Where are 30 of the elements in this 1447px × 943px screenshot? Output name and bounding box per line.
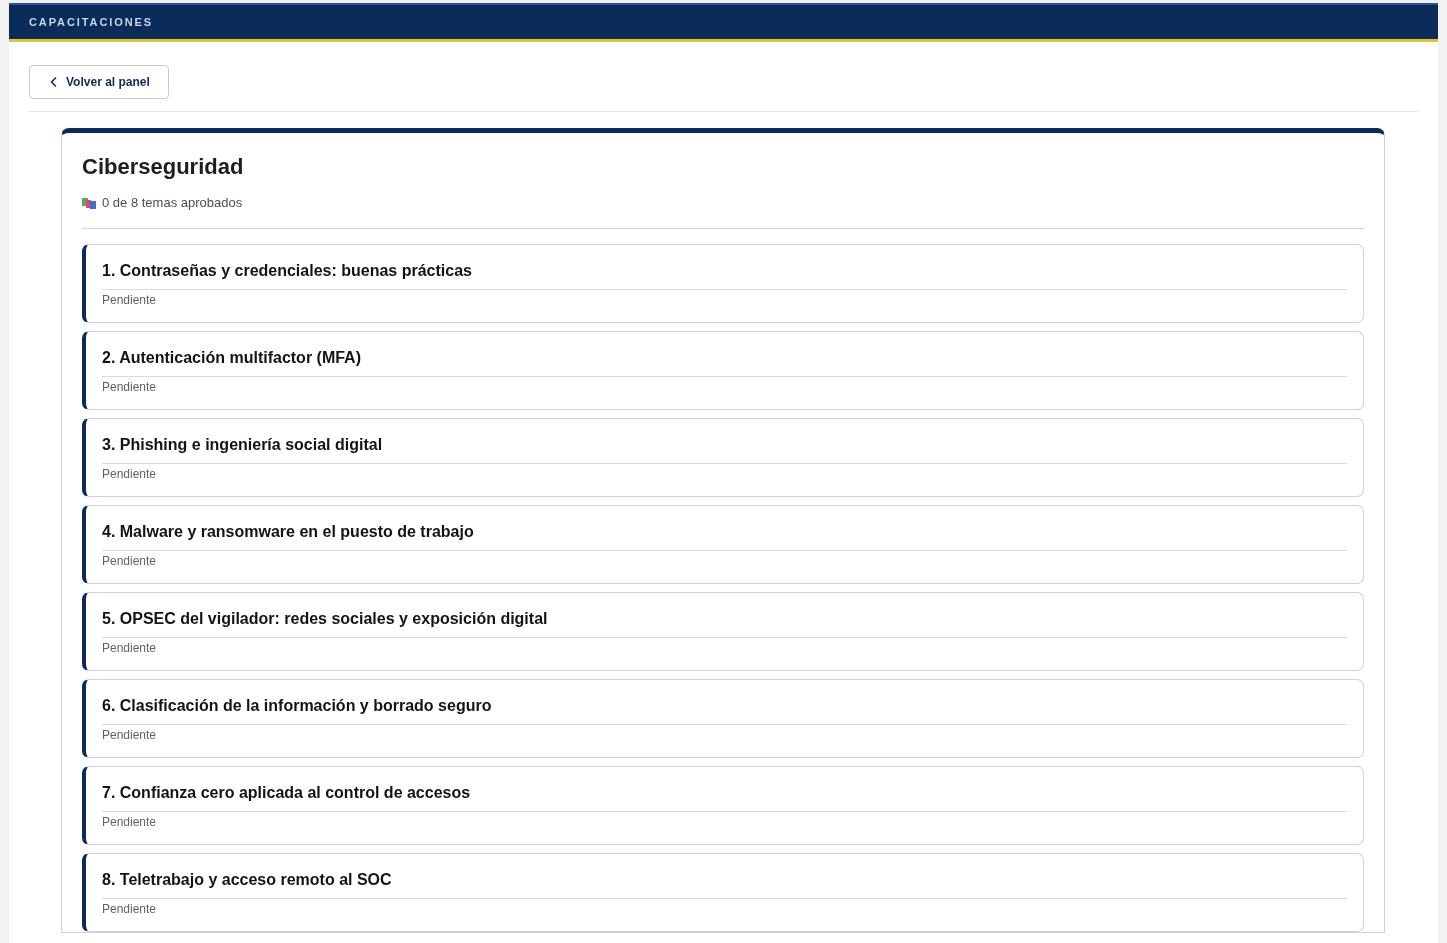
topic-card[interactable]: 2. Autenticación multifactor (MFA) Pendiente [82,331,1364,410]
status-text: Pendiente [102,553,158,570]
topic-title: 6. Clasificación de la información y borrado seguro [102,696,493,716]
status-text: Pendiente [102,727,158,744]
topic-title: 5. OPSEC del vigilador: redes sociales y exposición digital [102,609,549,629]
course-title: Ciberseguridad [82,153,245,181]
topic-title: 7. Confianza cero aplicada al control de accesos [102,783,472,803]
status-text: Pendiente [102,292,158,309]
topic-title: 3. Phishing e ingeniería social digital [102,435,384,455]
status-text: Pendiente [102,901,158,918]
topic-card[interactable]: 5. OPSEC del vigilador: redes sociales y exposición digital Pendiente [82,592,1364,671]
chevron-left-icon [50,77,57,87]
topic-title: 8. Teletrabajo y acceso remoto al SOC [102,870,393,890]
books-icon [82,197,96,209]
topic-title: 2. Autenticación multifactor (MFA) [102,348,362,368]
topic-card[interactable]: 4. Malware y ransomware en el puesto de trabajo Pendiente [82,505,1364,584]
topic-title: 1. Contraseñas y credenciales: buenas prácticas [102,261,473,281]
header-title: CAPACITACIONES [29,16,153,28]
status-text: Pendiente [102,379,158,396]
status-text: Pendiente [102,640,158,657]
topic-card[interactable]: 1. Contraseñas y credenciales: buenas prácticas Pendiente [82,244,1364,323]
topic-card[interactable]: 3. Phishing e ingeniería social digital Pendiente [82,418,1364,497]
topic-title: 4. Malware y ransomware en el puesto de trabajo [102,522,475,542]
status-text: Pendiente [102,814,158,831]
status-text: Pendiente [102,466,158,483]
back-button[interactable]: Volver al panel [29,65,169,99]
topic-card[interactable]: 7. Confianza cero aplicada al control de accesos Pendiente [82,766,1364,845]
topic-card[interactable]: 6. Clasificación de la información y borrado seguro Pendiente [82,679,1364,758]
topic-card[interactable]: 8. Teletrabajo y acceso remoto al SOC Pendiente [82,853,1364,932]
progress-text: 0 de 8 temas aprobados [102,194,243,212]
